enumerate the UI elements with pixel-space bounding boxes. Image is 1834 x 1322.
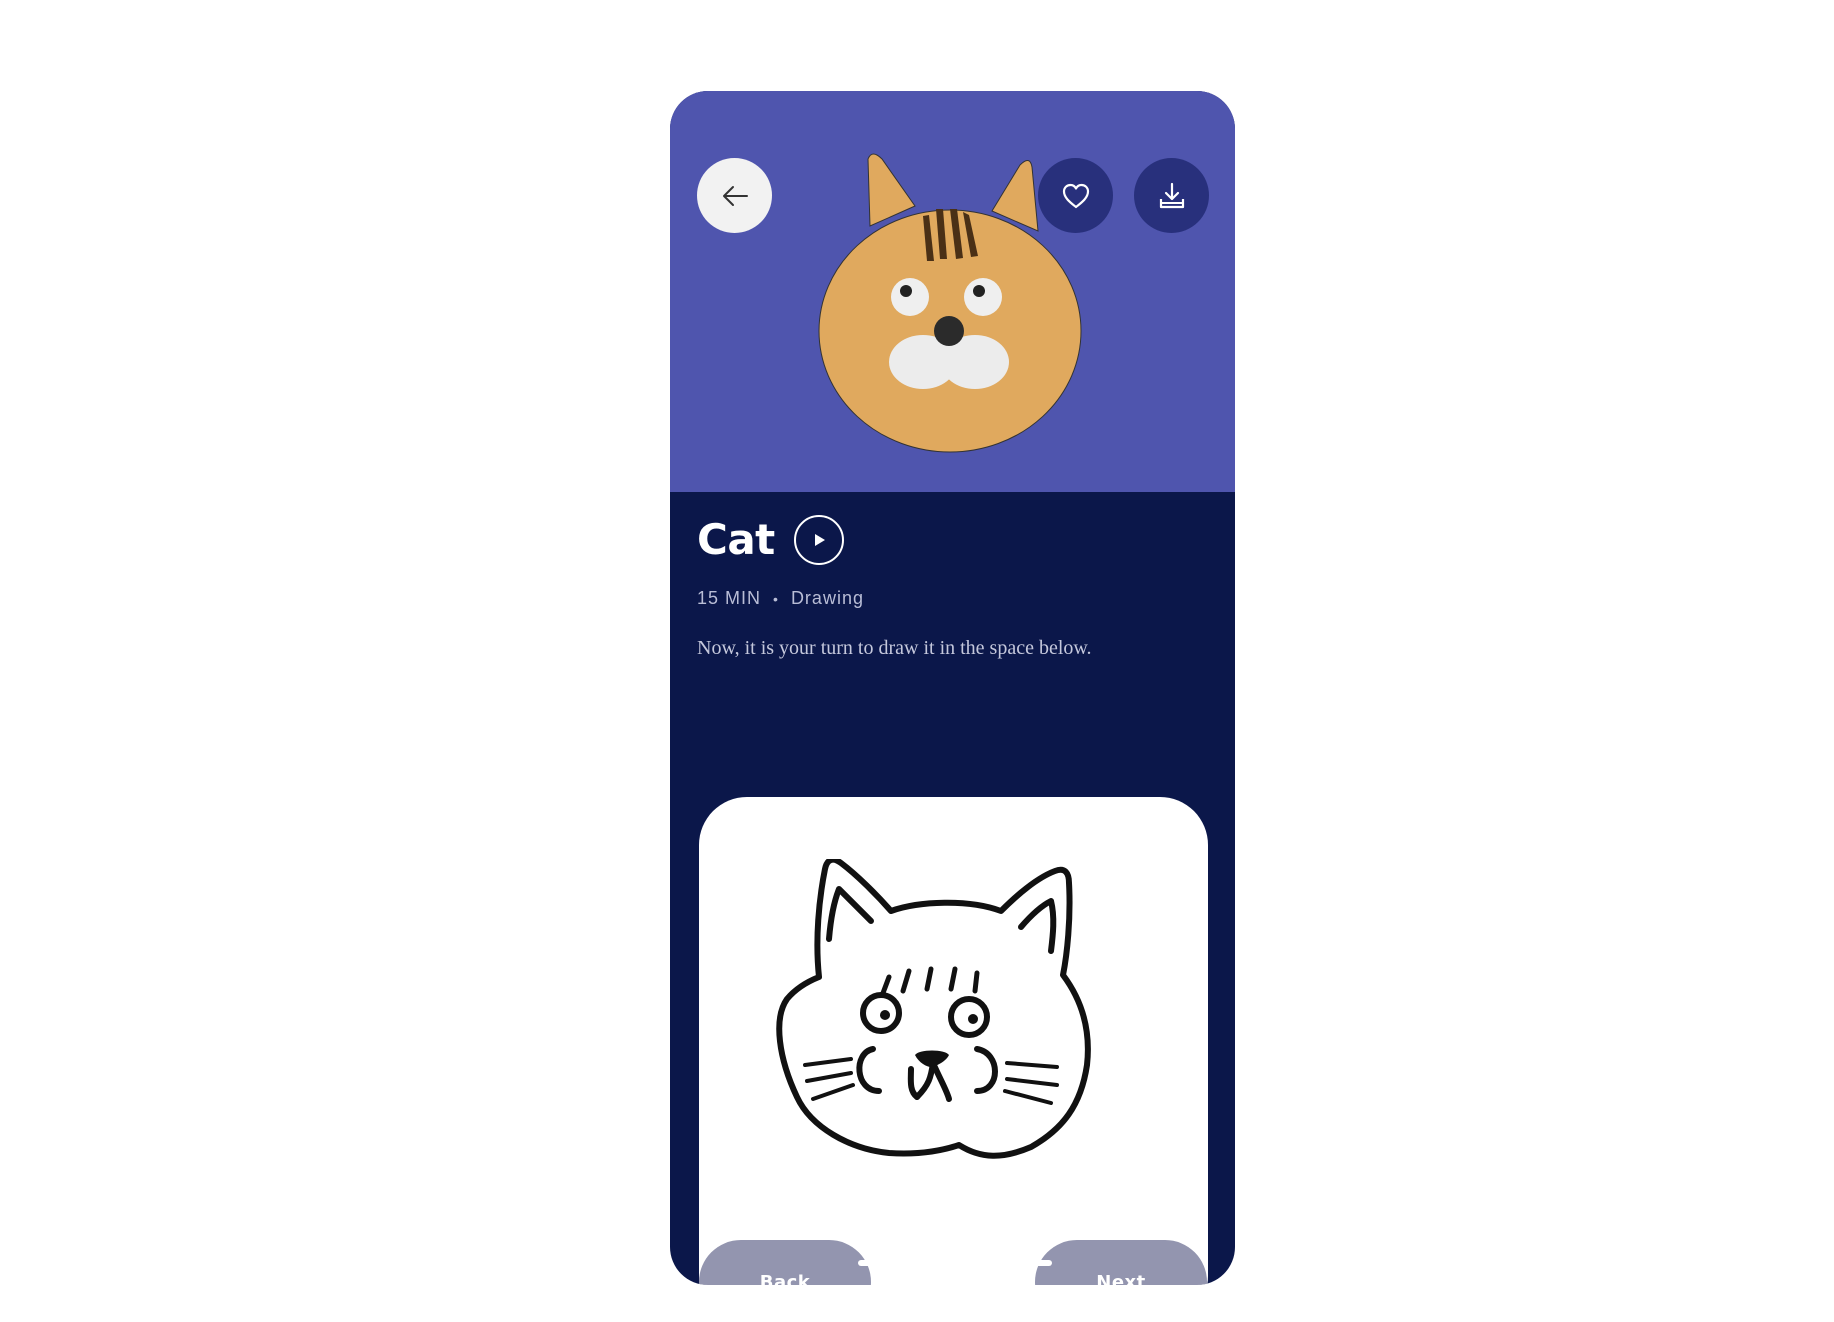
lesson-duration: 15 MIN — [697, 588, 762, 608]
cat-sketch — [776, 859, 1091, 1159]
heart-icon — [1062, 183, 1089, 208]
lesson-instruction: Now, it is your turn to draw it in the s… — [697, 637, 1092, 659]
phone-screen: Cat 15 MIN • Drawing Now, it is your tur… — [670, 91, 1235, 1285]
home-indicator[interactable] — [858, 1260, 1052, 1266]
cat-illustration — [818, 153, 1082, 453]
hero-banner — [670, 91, 1235, 492]
play-icon — [815, 534, 825, 546]
next-button[interactable]: Next — [1035, 1240, 1207, 1285]
play-button[interactable] — [794, 515, 844, 565]
arrow-left-icon — [722, 185, 748, 206]
download-button[interactable] — [1134, 158, 1209, 233]
back-button[interactable]: Back — [699, 1240, 871, 1285]
lesson-category: Drawing — [790, 588, 864, 608]
meta-separator: • — [773, 590, 779, 607]
lesson-meta: 15 MIN • Drawing — [697, 588, 864, 609]
favorite-button[interactable] — [1038, 158, 1113, 233]
back-arrow-button[interactable] — [697, 158, 772, 233]
download-icon — [1159, 182, 1184, 208]
drawing-canvas[interactable] — [699, 797, 1208, 1285]
lesson-title: Cat — [697, 515, 775, 564]
